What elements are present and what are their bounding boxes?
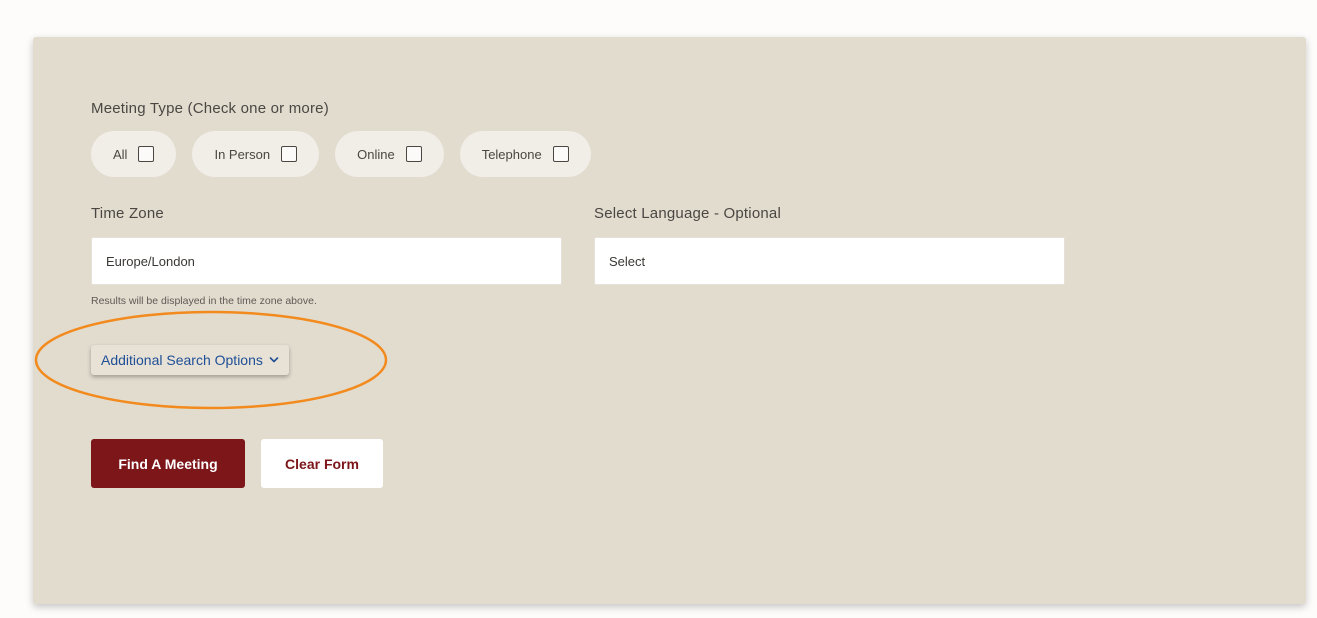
meeting-type-all-checkbox[interactable] [138,146,155,162]
time-zone-field[interactable]: Europe/London [91,237,562,285]
meeting-type-online-checkbox[interactable] [405,146,422,162]
meeting-type-all-label: All [113,146,128,162]
additional-search-options-button[interactable]: Additional Search Options [91,345,289,375]
meeting-type-telephone-checkbox[interactable] [552,146,569,162]
meeting-type-telephone[interactable]: Telephone [459,131,591,177]
meeting-type-in-person-label: In Person [214,146,271,162]
meeting-type-all[interactable]: All [91,131,177,177]
language-select-value: Select [609,253,646,269]
meeting-type-telephone-label: Telephone [481,146,542,162]
meeting-type-options: All In Person Online Telephone [91,131,591,177]
meeting-type-in-person[interactable]: In Person [192,131,320,177]
additional-search-options-label: Additional Search Options [101,352,263,368]
meeting-type-label: Meeting Type (Check one or more) [91,100,329,117]
additional-options-area: Additional Search Options [33,309,393,413]
language-select[interactable]: Select [594,237,1065,285]
search-form-panel: Meeting Type (Check one or more) All In … [33,37,1306,604]
clear-form-button[interactable]: Clear Form [261,439,383,488]
find-a-meeting-button[interactable]: Find A Meeting [91,439,245,488]
language-label: Select Language - Optional [594,205,781,222]
time-zone-help-text: Results will be displayed in the time zo… [91,295,317,307]
time-zone-label: Time Zone [91,205,164,222]
meeting-type-in-person-checkbox[interactable] [281,146,298,162]
time-zone-value: Europe/London [106,253,195,269]
chevron-down-icon [269,356,279,364]
meeting-type-online-label: Online [357,146,395,162]
meeting-type-online[interactable]: Online [335,131,444,177]
